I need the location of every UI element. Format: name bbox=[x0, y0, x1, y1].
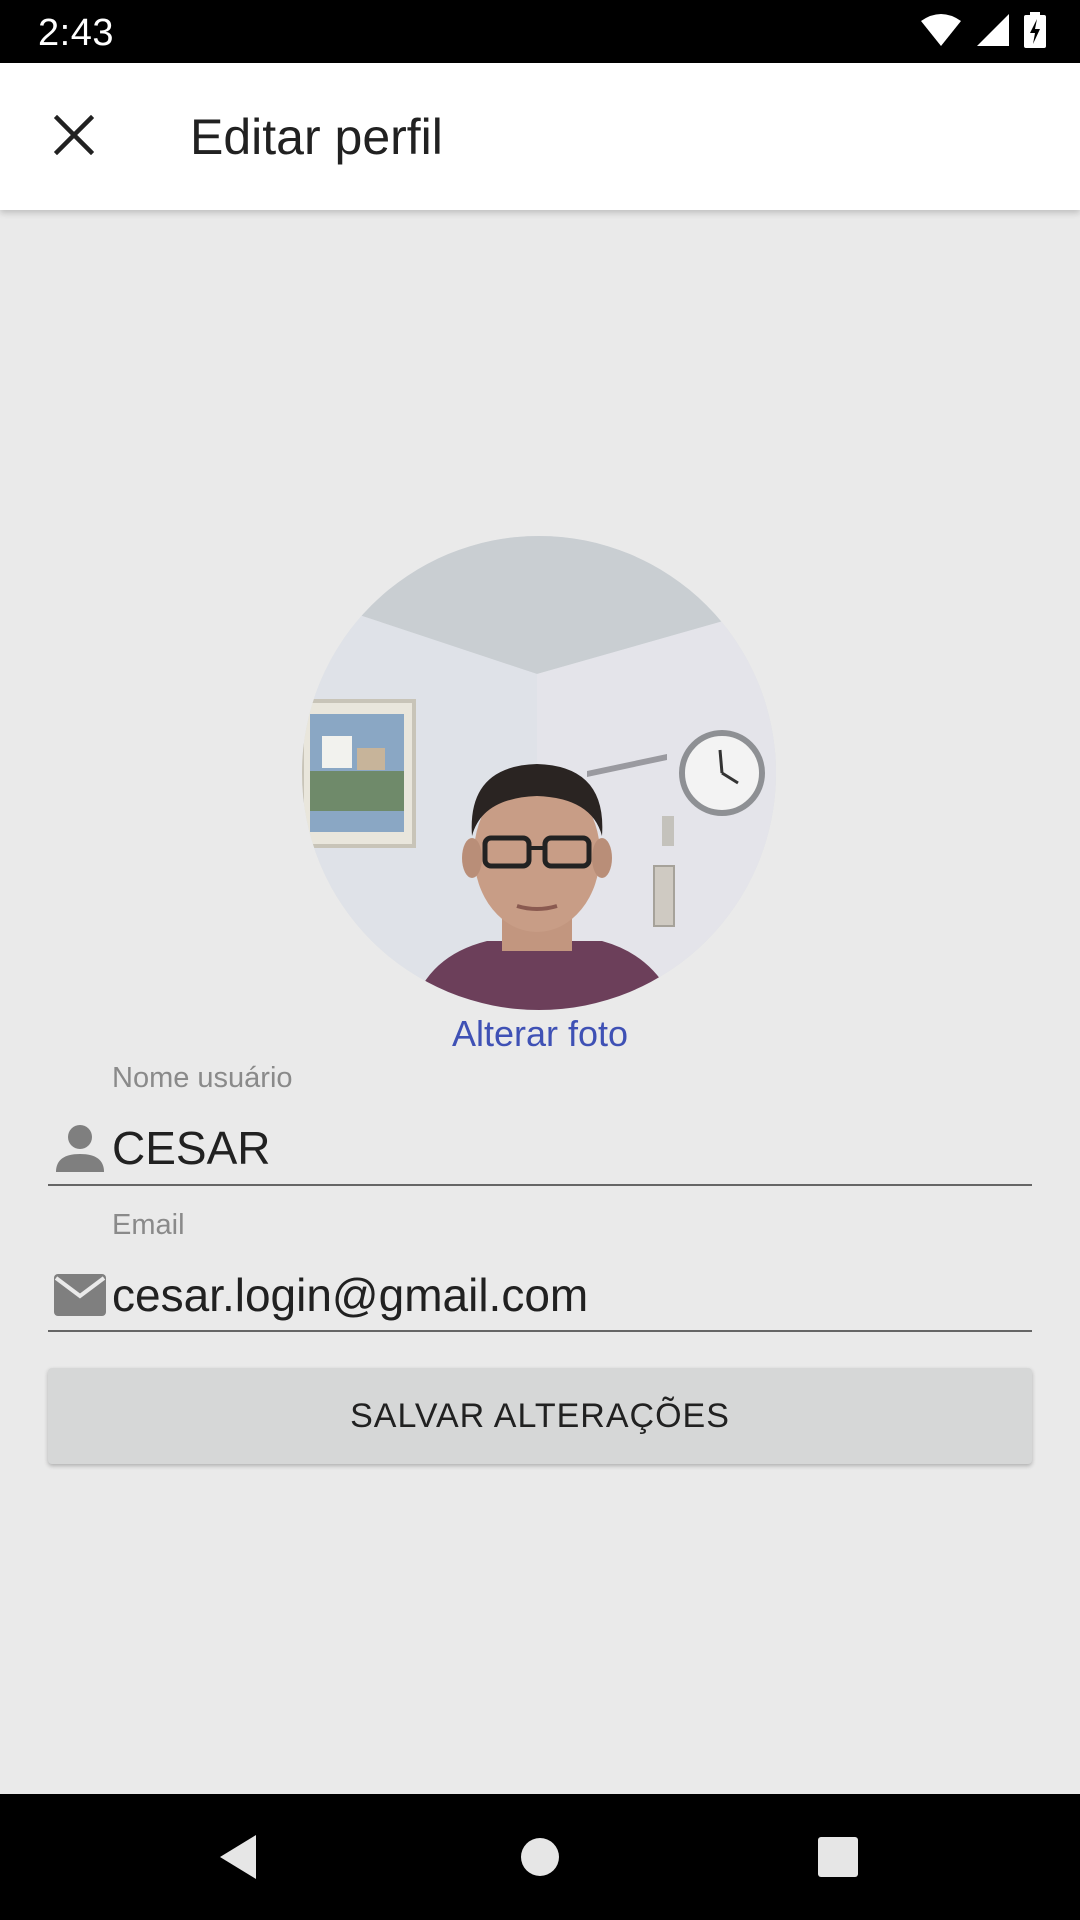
wifi-icon bbox=[920, 13, 962, 52]
battery-charging-icon bbox=[1024, 11, 1046, 53]
email-underline bbox=[48, 1330, 1032, 1332]
email-input[interactable] bbox=[112, 1265, 1027, 1325]
change-photo-link[interactable]: Alterar foto bbox=[0, 1013, 1080, 1055]
username-underline bbox=[48, 1184, 1032, 1186]
nav-recents-button[interactable] bbox=[803, 1824, 873, 1894]
nav-back-button[interactable] bbox=[203, 1824, 273, 1894]
close-icon bbox=[53, 114, 95, 160]
status-time: 2:43 bbox=[38, 12, 114, 54]
back-icon bbox=[216, 1833, 260, 1886]
status-bar: 2:43 bbox=[0, 0, 1080, 63]
signal-icon bbox=[976, 13, 1010, 52]
close-button[interactable] bbox=[40, 103, 108, 171]
save-changes-button[interactable]: SALVAR ALTERAÇÕES bbox=[48, 1368, 1032, 1464]
profile-photo[interactable] bbox=[302, 536, 776, 1010]
page-title: Editar perfil bbox=[190, 109, 443, 165]
home-icon bbox=[520, 1837, 560, 1882]
email-icon bbox=[52, 1268, 108, 1324]
profile-photo-image bbox=[302, 536, 776, 1010]
status-icons bbox=[920, 11, 1046, 53]
username-label: Nome usuário bbox=[112, 1062, 293, 1094]
recents-icon bbox=[818, 1836, 858, 1882]
person-icon bbox=[52, 1120, 108, 1176]
email-label: Email bbox=[112, 1209, 185, 1241]
app-bar: Editar perfil bbox=[0, 63, 1080, 210]
nav-home-button[interactable] bbox=[505, 1824, 575, 1894]
username-input[interactable] bbox=[112, 1118, 1027, 1178]
system-nav-bar bbox=[0, 1794, 1080, 1920]
